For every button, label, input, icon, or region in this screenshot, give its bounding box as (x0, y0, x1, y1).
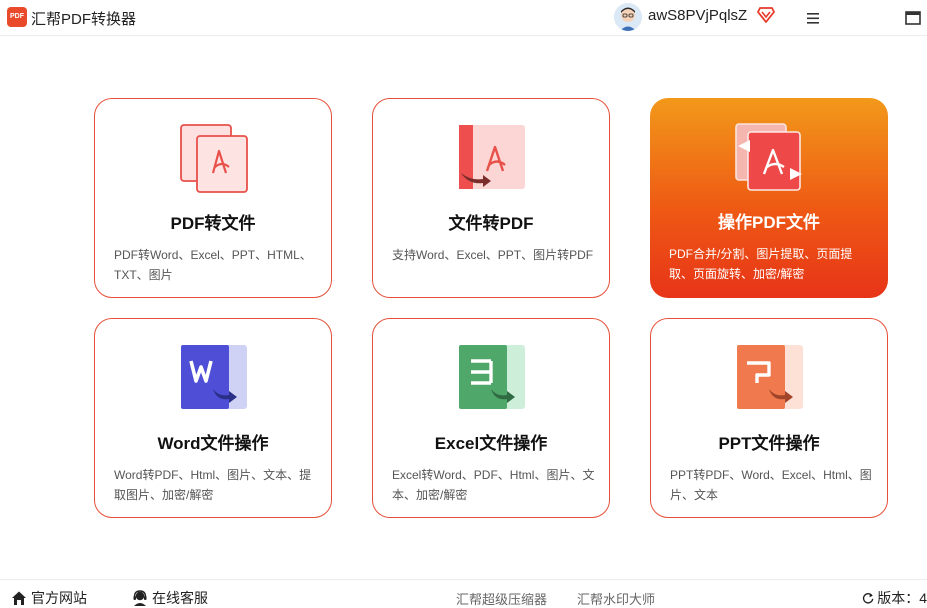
card-description: Word转PDF、Html、图片、文本、提取图片、加密/解密 (114, 468, 312, 502)
card-description: Excel转Word、PDF、Html、图片、文本、加密/解密 (392, 468, 595, 502)
card-title: Word文件操作 (157, 434, 269, 453)
watermark-link[interactable]: 汇帮水印大师 (577, 589, 655, 608)
menu-icon[interactable] (803, 8, 823, 28)
title-bar: PDF 汇帮PDF转换器 awS8PVjPqlsZ (0, 0, 927, 36)
app-title: 汇帮PDF转换器 (31, 11, 137, 28)
card-title: Excel文件操作 (434, 434, 548, 453)
card-description: PDF转Word、Excel、PPT、HTML、TXT、图片 (114, 248, 312, 282)
vip-diamond-icon[interactable] (757, 7, 775, 23)
compressor-link[interactable]: 汇帮超级压缩器 (456, 589, 547, 608)
card-title: PDF转文件 (170, 214, 256, 233)
card-pdf-operations[interactable]: 操作PDF文件 PDF合并/分割、图片提取、页面提取、页面旋转、加密/解密 (650, 98, 888, 298)
version-label: 版本：4 (877, 590, 927, 606)
card-description: PPT转PDF、Word、Excel、Html、图片、文本 (670, 468, 872, 502)
card-file-to-pdf[interactable]: 文件转PDF 支持Word、Excel、PPT、图片转PDF (372, 98, 610, 298)
maximize-window-icon[interactable] (903, 8, 923, 28)
online-support-label: 在线客服 (152, 590, 208, 606)
pdf-to-file-icon (180, 124, 248, 193)
official-site-label: 官方网站 (31, 590, 87, 606)
card-title: 操作PDF文件 (718, 213, 820, 232)
status-bar: 官方网站 在线客服 汇帮超级压缩器 汇帮水印大师 版本：4 (0, 579, 927, 608)
card-ppt-operations[interactable]: PPT文件操作 PPT转PDF、Word、Excel、Html、图片、文本 (650, 318, 888, 518)
username[interactable]: awS8PVjPqlsZ (648, 7, 747, 24)
online-support-link[interactable]: 在线客服 (132, 588, 208, 608)
word-icon (181, 345, 247, 409)
card-description: 支持Word、Excel、PPT、图片转PDF (392, 248, 594, 262)
version-info[interactable]: 版本：4 (862, 588, 927, 608)
card-pdf-to-file[interactable]: PDF转文件 PDF转Word、Excel、PPT、HTML、TXT、图片 (94, 98, 332, 298)
official-site-link[interactable]: 官方网站 (11, 588, 87, 608)
card-excel-operations[interactable]: Excel文件操作 Excel转Word、PDF、Html、图片、文本、加密/解… (372, 318, 610, 518)
pdf-operations-icon (735, 123, 802, 191)
ppt-icon (737, 345, 803, 409)
card-title: 文件转PDF (448, 214, 534, 233)
file-to-pdf-icon (459, 125, 525, 189)
refresh-icon (862, 593, 874, 604)
customer-service-icon (133, 590, 147, 606)
user-avatar[interactable] (614, 3, 642, 31)
excel-icon (459, 345, 525, 409)
home-icon (12, 591, 26, 605)
card-word-operations[interactable]: Word文件操作 Word转PDF、Html、图片、文本、提取图片、加密/解密 (94, 318, 332, 518)
app-logo-icon: PDF (7, 7, 27, 27)
card-title: PPT文件操作 (718, 434, 820, 453)
card-description: PDF合并/分割、图片提取、页面提取、页面旋转、加密/解密 (669, 247, 853, 281)
